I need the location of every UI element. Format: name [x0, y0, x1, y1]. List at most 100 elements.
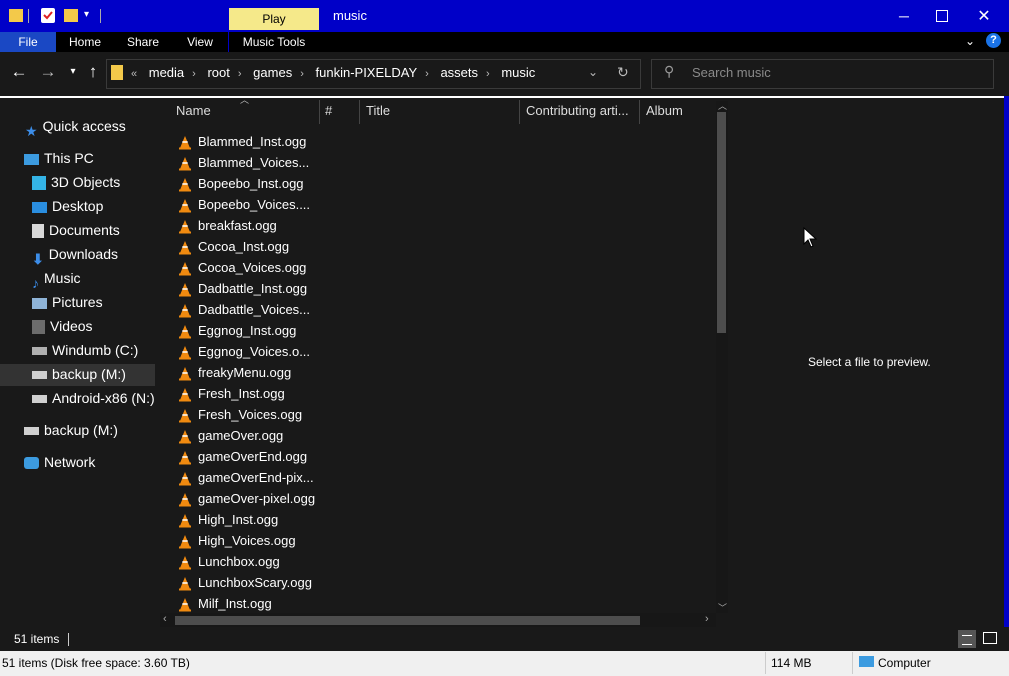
column-divider[interactable]: [639, 100, 640, 124]
refresh-icon[interactable]: ↻: [617, 64, 629, 81]
column-header-title[interactable]: Title: [366, 102, 516, 120]
file-row[interactable]: gameOverEnd.ogg: [178, 446, 307, 467]
file-row[interactable]: LunchboxScary.ogg: [178, 572, 312, 593]
chevron-right-icon[interactable]: ›: [417, 68, 437, 80]
context-tab-play[interactable]: Play: [229, 8, 319, 30]
nav-network[interactable]: Network: [24, 451, 95, 473]
file-name: Blammed_Inst.ogg: [198, 134, 307, 149]
nav-pictures[interactable]: Pictures: [32, 291, 103, 313]
nav-documents[interactable]: Documents: [32, 219, 120, 241]
nav-label: Videos: [50, 318, 93, 334]
file-row[interactable]: High_Voices.ogg: [178, 530, 296, 551]
mouse-cursor-icon: [803, 226, 818, 252]
chevron-right-icon[interactable]: ›: [230, 68, 250, 80]
nav-drive-c[interactable]: Windumb (C:): [32, 339, 138, 361]
crumb-funkin[interactable]: funkin-PIXELDAY: [316, 65, 418, 80]
help-icon[interactable]: ?: [986, 33, 1001, 48]
nav-label: Network: [44, 454, 96, 470]
scroll-up-icon[interactable]: ︿: [718, 99, 727, 112]
vlc-cone-icon: [178, 555, 192, 570]
file-row[interactable]: gameOverEnd-pix...: [178, 467, 314, 488]
crumb-root[interactable]: root: [207, 65, 229, 80]
nav-drive-n[interactable]: Android-x86 (N:): [32, 387, 155, 409]
nav-this-pc[interactable]: This PC: [24, 147, 94, 169]
file-row[interactable]: Lunchbox.ogg: [178, 551, 280, 572]
tab-file[interactable]: File: [0, 32, 56, 52]
column-divider[interactable]: [359, 100, 360, 124]
file-row[interactable]: breakfast.ogg: [178, 215, 277, 236]
vertical-scroll-thumb[interactable]: [717, 112, 726, 333]
chevron-right-icon[interactable]: ›: [184, 68, 204, 80]
nav-desktop[interactable]: Desktop: [32, 195, 103, 217]
maximize-icon[interactable]: [921, 0, 963, 32]
column-header-contributing-artists[interactable]: Contributing arti...: [526, 102, 636, 120]
column-header-album[interactable]: Album: [646, 102, 712, 120]
file-row[interactable]: Eggnog_Inst.ogg: [178, 320, 296, 341]
nav-quick-access[interactable]: ★ Quick access: [25, 115, 126, 139]
tab-home[interactable]: Home: [56, 32, 114, 52]
vlc-cone-icon: [178, 177, 192, 192]
customize-quick-access-icon[interactable]: ▾: [84, 9, 89, 20]
file-row[interactable]: Bopeebo_Inst.ogg: [178, 173, 304, 194]
horizontal-scroll-thumb[interactable]: [175, 616, 640, 625]
forward-arrow-icon[interactable]: →: [38, 62, 58, 82]
nav-downloads[interactable]: ⬇ Downloads: [32, 243, 118, 267]
file-row[interactable]: High_Inst.ogg: [178, 509, 278, 530]
file-row[interactable]: Milf_Inst.ogg: [178, 593, 272, 614]
file-row[interactable]: Fresh_Voices.ogg: [178, 404, 302, 425]
close-icon[interactable]: ✕: [963, 0, 1005, 32]
nav-drive-m[interactable]: backup (M:): [32, 363, 126, 385]
tab-view[interactable]: View: [172, 32, 228, 52]
expand-ribbon-icon[interactable]: ⌄: [965, 34, 975, 48]
file-row[interactable]: Dadbattle_Inst.ogg: [178, 278, 307, 299]
up-arrow-icon[interactable]: ↑: [83, 62, 103, 82]
file-row[interactable]: Cocoa_Inst.ogg: [178, 236, 289, 257]
column-divider[interactable]: [519, 100, 520, 124]
file-row[interactable]: Fresh_Inst.ogg: [178, 383, 285, 404]
scroll-down-icon[interactable]: ﹀: [718, 601, 727, 614]
nav-videos[interactable]: Videos: [32, 315, 93, 337]
file-row[interactable]: freakyMenu.ogg: [178, 362, 291, 383]
properties-icon[interactable]: [41, 8, 55, 23]
nav-label: Pictures: [52, 294, 103, 310]
tab-share[interactable]: Share: [114, 32, 172, 52]
divider: [100, 9, 101, 23]
column-divider[interactable]: [319, 100, 320, 124]
nav-3d-objects[interactable]: 3D Objects: [32, 171, 120, 193]
minimize-icon[interactable]: ─: [883, 0, 925, 32]
chevron-right-icon[interactable]: ›: [478, 68, 498, 80]
back-arrow-icon[interactable]: ←: [9, 62, 29, 82]
scroll-right-icon[interactable]: ›: [705, 613, 709, 625]
window-border: [1004, 96, 1009, 651]
details-view-icon[interactable]: [958, 630, 976, 648]
new-folder-icon[interactable]: [64, 9, 78, 22]
nav-backup[interactable]: backup (M:): [24, 419, 118, 441]
crumb-games[interactable]: games: [253, 65, 292, 80]
file-row[interactable]: Dadbattle_Voices...: [178, 299, 310, 320]
file-name: gameOverEnd.ogg: [198, 449, 308, 464]
file-row[interactable]: Blammed_Voices...: [178, 152, 309, 173]
title-bar: [0, 0, 1009, 32]
overflow-chevron-icon[interactable]: «: [131, 68, 145, 80]
file-row[interactable]: Bopeebo_Voices....: [178, 194, 310, 215]
recent-locations-icon[interactable]: ▾: [63, 62, 83, 82]
chevron-right-icon[interactable]: ›: [292, 68, 312, 80]
crumb-media[interactable]: media: [149, 65, 184, 80]
crumb-assets[interactable]: assets: [440, 65, 478, 80]
crumb-music[interactable]: music: [501, 65, 535, 80]
folder-icon[interactable]: [9, 9, 23, 22]
file-row[interactable]: Blammed_Inst.ogg: [178, 131, 306, 152]
scroll-left-icon[interactable]: ‹: [163, 613, 167, 625]
file-row[interactable]: gameOver.ogg: [178, 425, 283, 446]
nav-music[interactable]: ♪ Music: [32, 267, 81, 291]
column-header-number[interactable]: #: [325, 102, 355, 120]
large-icons-view-icon[interactable]: [983, 632, 997, 644]
nav-label: Downloads: [48, 246, 118, 262]
column-header-name[interactable]: Name: [176, 102, 316, 120]
file-row[interactable]: Cocoa_Voices.ogg: [178, 257, 306, 278]
computer-icon: [24, 153, 39, 165]
file-row[interactable]: Eggnog_Voices.o...: [178, 341, 310, 362]
file-row[interactable]: gameOver-pixel.ogg: [178, 488, 315, 509]
tab-music-tools[interactable]: Music Tools: [229, 32, 319, 52]
address-dropdown-icon[interactable]: ⌄: [588, 65, 598, 79]
